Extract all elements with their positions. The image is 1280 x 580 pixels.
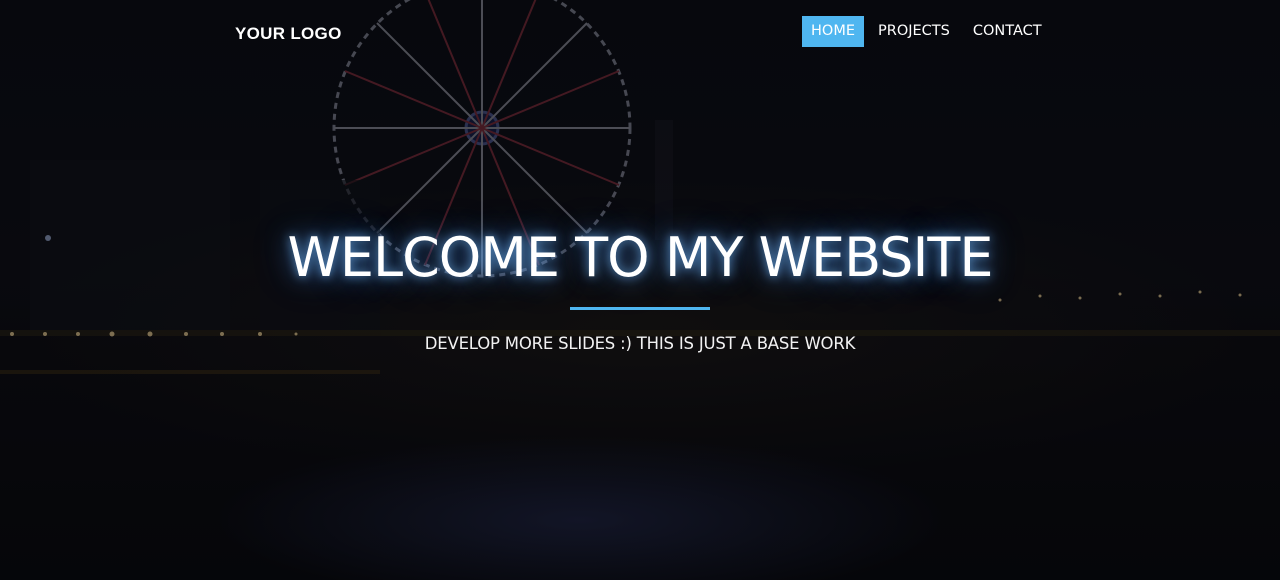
- nav-item-projects[interactable]: PROJECTS: [869, 16, 959, 47]
- site-logo[interactable]: YOUR LOGO: [235, 24, 342, 44]
- hero-section: YOUR LOGO HOME PROJECTS CONTACT WELCOME …: [0, 0, 1280, 580]
- title-underline: [570, 307, 710, 310]
- hero-subtitle: DEVELOP MORE SLIDES :) THIS IS JUST A BA…: [424, 334, 856, 353]
- nav-item-home[interactable]: HOME: [802, 16, 864, 47]
- nav-item-contact[interactable]: CONTACT: [964, 16, 1051, 47]
- main-nav: HOME PROJECTS CONTACT: [802, 16, 1056, 47]
- dark-overlay: [0, 0, 1280, 580]
- hero-title: WELCOME TO MY WEBSITE: [287, 226, 994, 289]
- site-header: YOUR LOGO HOME PROJECTS CONTACT: [0, 0, 1280, 64]
- background-night-pier-image: [0, 0, 1280, 580]
